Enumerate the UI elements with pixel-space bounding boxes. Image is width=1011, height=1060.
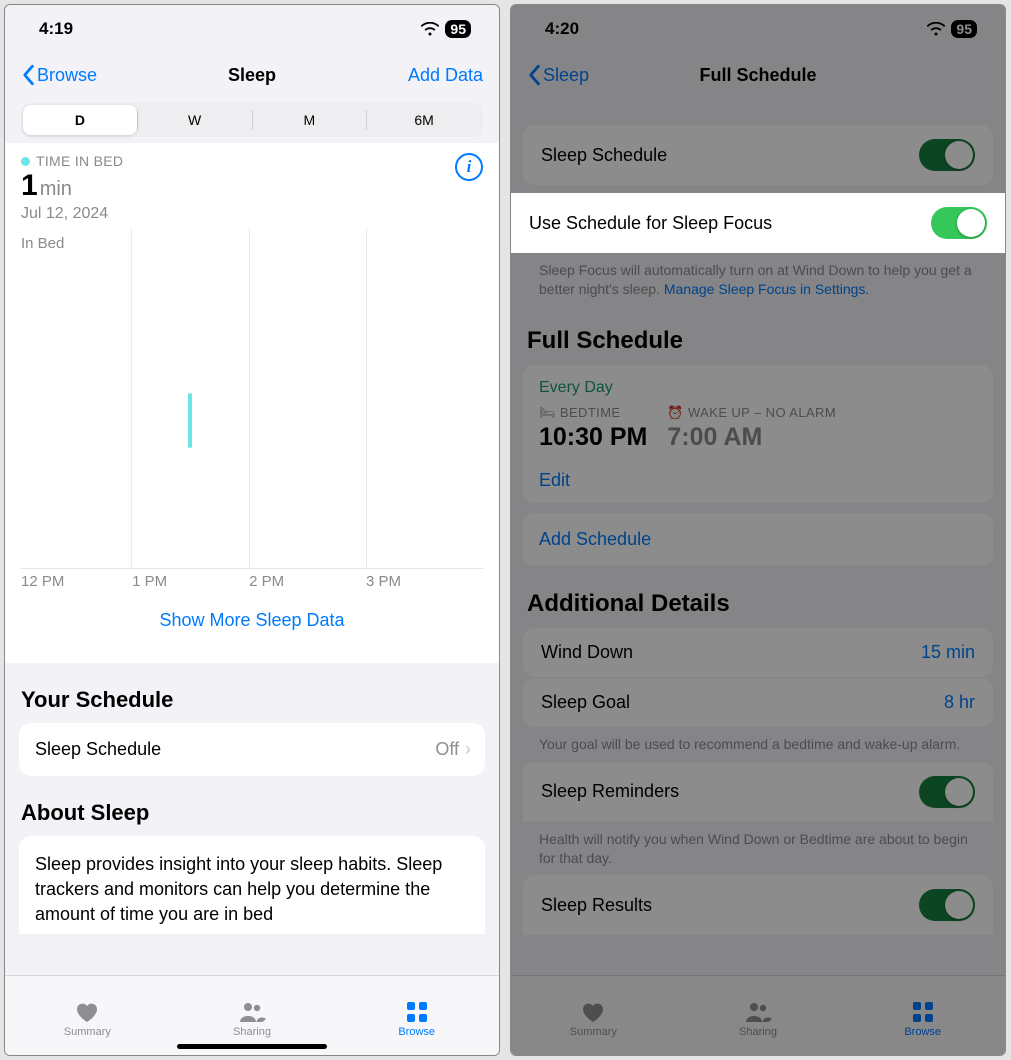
- tab-label: Summary: [64, 1026, 111, 1038]
- goal-footnote: Your goal will be used to recommend a be…: [511, 727, 1005, 758]
- back-label: Sleep: [543, 65, 589, 86]
- clock: 4:20: [545, 19, 579, 39]
- reminders-footnote: Health will notify you when Wind Down or…: [511, 822, 1005, 872]
- grid-icon: [909, 1000, 937, 1024]
- row-label: Sleep Reminders: [541, 781, 679, 802]
- recurrence-label: Every Day: [539, 379, 977, 397]
- time-range-segmented[interactable]: D W M 6M: [21, 103, 483, 137]
- people-icon: [238, 1000, 266, 1024]
- tab-label: Browse: [398, 1026, 435, 1038]
- bedtime-label: BEDTIME: [560, 405, 621, 420]
- heart-icon: [579, 1000, 607, 1024]
- sleep-reminders-row[interactable]: Sleep Reminders: [523, 762, 993, 822]
- chevron-right-icon: ›: [465, 739, 471, 760]
- row-label: Sleep Results: [541, 895, 652, 916]
- x-tick: 3 PM: [366, 573, 483, 590]
- row-value: 15 min: [921, 642, 975, 663]
- tab-browse[interactable]: Browse: [840, 976, 1005, 1055]
- row-label: Sleep Schedule: [541, 145, 667, 166]
- tab-browse[interactable]: Browse: [334, 976, 499, 1055]
- home-indicator[interactable]: [177, 1044, 327, 1049]
- sleep-focus-toggle[interactable]: [931, 207, 987, 239]
- tab-bar: Summary Sharing Browse: [511, 975, 1005, 1055]
- grid-icon: [403, 1000, 431, 1024]
- about-sleep-heading: About Sleep: [5, 776, 499, 836]
- sleep-screen: 4:19 95 Browse Sleep Add Data D W M 6M T…: [4, 4, 500, 1056]
- sleep-schedule-row[interactable]: Sleep Schedule Off ›: [19, 723, 485, 776]
- segment-6month[interactable]: 6M: [367, 105, 481, 135]
- wind-down-row[interactable]: Wind Down 15 min: [523, 628, 993, 677]
- row-label: Sleep Schedule: [35, 739, 161, 760]
- x-tick: 1 PM: [132, 573, 249, 590]
- sleep-results-row[interactable]: Sleep Results: [523, 875, 993, 935]
- people-icon: [744, 1000, 772, 1024]
- row-label: Use Schedule for Sleep Focus: [529, 213, 772, 234]
- alarm-icon: ⏰: [667, 405, 684, 421]
- metric-date: Jul 12, 2024: [21, 205, 123, 223]
- use-schedule-focus-row[interactable]: Use Schedule for Sleep Focus: [511, 193, 1005, 253]
- sleep-schedule-toggle[interactable]: [919, 139, 975, 171]
- bedtime-value: 10:30 PM: [539, 423, 647, 452]
- nav-bar: Sleep Full Schedule: [511, 53, 1005, 97]
- segment-week[interactable]: W: [138, 105, 252, 135]
- full-schedule-heading: Full Schedule: [511, 303, 1005, 365]
- nav-bar: Browse Sleep Add Data: [5, 53, 499, 97]
- tab-label: Browse: [904, 1026, 941, 1038]
- metric-label: TIME IN BED: [36, 153, 123, 169]
- focus-footnote: Sleep Focus will automatically turn on a…: [511, 253, 1005, 303]
- tab-label: Summary: [570, 1026, 617, 1038]
- info-button[interactable]: i: [455, 153, 483, 181]
- tab-summary[interactable]: Summary: [511, 976, 676, 1055]
- row-label: Sleep Goal: [541, 692, 630, 713]
- wifi-icon: [421, 22, 439, 36]
- row-value: 8 hr: [944, 692, 975, 713]
- sleep-goal-row[interactable]: Sleep Goal 8 hr: [523, 677, 993, 727]
- add-data-button[interactable]: Add Data: [408, 65, 483, 86]
- heart-icon: [73, 1000, 101, 1024]
- tab-summary[interactable]: Summary: [5, 976, 170, 1055]
- full-schedule-screen: 4:20 95 Sleep Full Schedule Sleep Schedu…: [510, 4, 1006, 1056]
- metric-unit: min: [40, 178, 72, 200]
- edit-schedule-button[interactable]: Edit: [539, 470, 977, 491]
- battery-level: 95: [951, 20, 977, 38]
- tab-label: Sharing: [739, 1026, 777, 1038]
- row-label: Wind Down: [541, 642, 633, 663]
- series-dot: [21, 157, 30, 166]
- sleep-results-toggle[interactable]: [919, 889, 975, 921]
- wifi-icon: [927, 22, 945, 36]
- tab-bar: Summary Sharing Browse: [5, 975, 499, 1055]
- sleep-schedule-toggle-row[interactable]: Sleep Schedule: [523, 125, 993, 185]
- sleep-chart-card: TIME IN BED 1min Jul 12, 2024 i In Bed 1…: [5, 143, 499, 663]
- sleep-chart[interactable]: In Bed: [21, 229, 483, 569]
- back-button[interactable]: Browse: [21, 64, 97, 86]
- additional-details-heading: Additional Details: [511, 566, 1005, 628]
- tab-label: Sharing: [233, 1026, 271, 1038]
- back-button[interactable]: Sleep: [527, 64, 589, 86]
- battery-level: 95: [445, 20, 471, 38]
- wakeup-value: 7:00 AM: [667, 423, 836, 452]
- manage-focus-link[interactable]: Manage Sleep Focus in Settings.: [664, 281, 869, 297]
- back-label: Browse: [37, 65, 97, 86]
- x-tick: 2 PM: [249, 573, 366, 590]
- status-bar: 4:19 95: [5, 5, 499, 53]
- row-value: Off: [435, 739, 459, 760]
- sleep-reminders-toggle[interactable]: [919, 776, 975, 808]
- about-sleep-text: Sleep provides insight into your sleep h…: [19, 836, 485, 934]
- wakeup-label: WAKE UP – NO ALARM: [688, 405, 836, 420]
- chart-bar-1pm: [188, 393, 192, 448]
- tab-sharing[interactable]: Sharing: [676, 976, 841, 1055]
- show-more-button[interactable]: Show More Sleep Data: [21, 590, 483, 649]
- chevron-left-icon: [21, 64, 35, 86]
- your-schedule-heading: Your Schedule: [5, 663, 499, 723]
- segment-day[interactable]: D: [23, 105, 137, 135]
- metric-value: 1: [21, 169, 38, 202]
- clock: 4:19: [39, 19, 73, 39]
- schedule-card[interactable]: Every Day 🛏 BEDTIME 10:30 PM ⏰ WAKE UP – N…: [523, 365, 993, 503]
- segment-month[interactable]: M: [253, 105, 367, 135]
- add-schedule-button[interactable]: Add Schedule: [523, 513, 993, 566]
- status-bar: 4:20 95: [511, 5, 1005, 53]
- chevron-left-icon: [527, 64, 541, 86]
- x-tick: 12 PM: [21, 573, 132, 590]
- bed-icon: 🛏: [539, 405, 556, 421]
